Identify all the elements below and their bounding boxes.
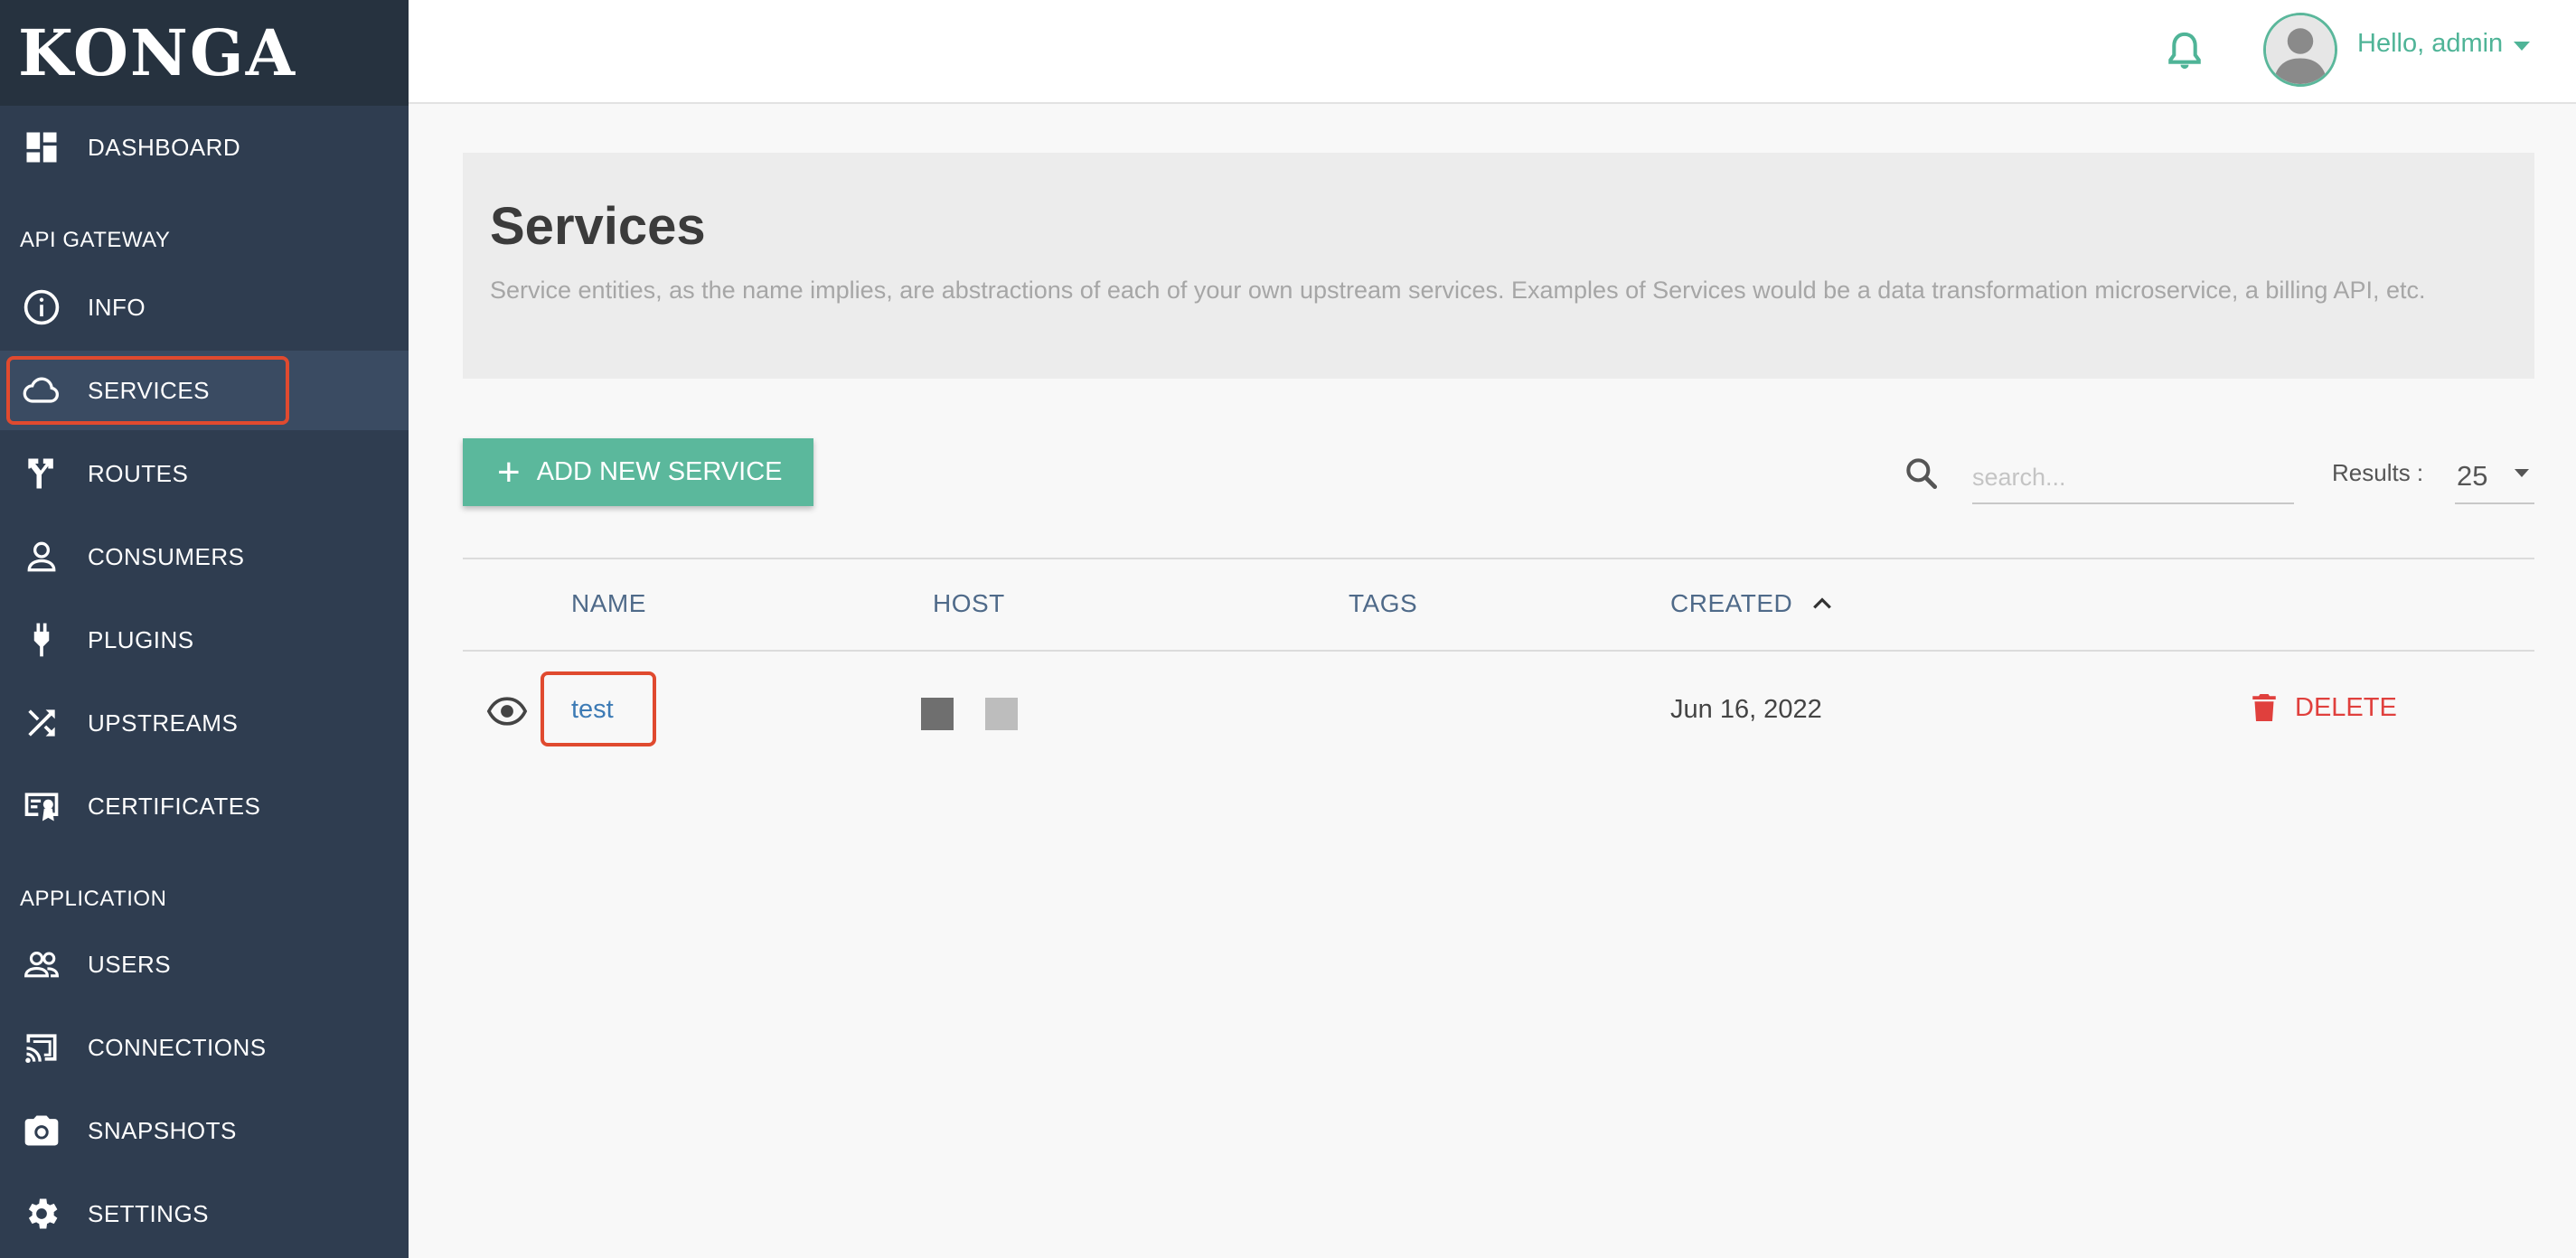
shuffle-icon <box>20 701 63 745</box>
column-header-tags[interactable]: TAGS <box>1349 589 1417 618</box>
dashboard-icon <box>20 126 63 169</box>
table-row: test Jun 16, 2022 DELETE <box>463 652 2534 769</box>
add-new-service-button[interactable]: + ADD NEW SERVICE <box>463 438 813 506</box>
sidebar-item-label: PLUGINS <box>88 625 194 653</box>
cast-icon <box>20 1026 63 1069</box>
page-header: Services Service entities, as the name i… <box>463 153 2534 379</box>
plug-icon <box>20 618 63 662</box>
person-icon <box>20 535 63 578</box>
host-redacted-block <box>921 698 954 730</box>
service-name-highlight-outline <box>541 671 656 746</box>
created-date: Jun 16, 2022 <box>1670 695 1822 724</box>
avatar[interactable] <box>2263 13 2337 87</box>
trash-icon <box>2252 694 2276 721</box>
sidebar-item-upstreams[interactable]: UPSTREAMS <box>0 683 409 763</box>
bell-icon[interactable] <box>2160 27 2209 76</box>
sidebar-item-info[interactable]: INFO <box>0 268 409 347</box>
sidebar-item-label: INFO <box>88 293 146 321</box>
section-title-application: APPLICATION <box>20 887 167 911</box>
konga-logo[interactable]: KONGA <box>18 15 296 90</box>
sidebar-item-plugins[interactable]: PLUGINS <box>0 600 409 680</box>
logo-bar: KONGA <box>0 0 409 106</box>
column-header-name[interactable]: NAME <box>571 589 646 618</box>
sidebar-item-label: SETTINGS <box>88 1199 210 1227</box>
sidebar-item-routes[interactable]: ROUTES <box>0 434 409 513</box>
delete-button[interactable]: DELETE <box>2248 690 2397 726</box>
certificate-icon <box>20 784 63 828</box>
column-header-created-label: CREATED <box>1670 589 1793 617</box>
sidebar-item-label: SNAPSHOTS <box>88 1116 237 1144</box>
eye-icon[interactable] <box>486 693 528 729</box>
sidebar-item-dashboard[interactable]: DASHBOARD <box>0 108 409 187</box>
sidebar: KONGA DASHBOARD API GATEWAY INFO SERVICE… <box>0 0 409 1258</box>
column-header-host[interactable]: HOST <box>933 589 1005 618</box>
search-icon[interactable] <box>1902 454 1941 493</box>
users-icon <box>20 943 63 986</box>
add-new-service-label: ADD NEW SERVICE <box>536 457 783 486</box>
sidebar-item-certificates[interactable]: CERTIFICATES <box>0 766 409 846</box>
sort-ascending-icon <box>1813 597 1832 609</box>
results-label: Results : <box>2332 459 2424 486</box>
delete-label: DELETE <box>2295 692 2397 722</box>
gear-icon <box>20 1192 63 1235</box>
sidebar-item-label: CONSUMERS <box>88 542 245 570</box>
column-header-created[interactable]: CREATED <box>1670 589 1836 618</box>
sidebar-item-label: USERS <box>88 950 172 978</box>
sidebar-item-label: DASHBOARD <box>88 133 241 161</box>
section-title-api-gateway: API GATEWAY <box>20 228 171 252</box>
user-menu[interactable]: Hello, admin <box>2357 29 2531 59</box>
info-icon <box>20 286 63 329</box>
plus-icon: + <box>497 449 521 494</box>
sidebar-item-consumers[interactable]: CONSUMERS <box>0 517 409 596</box>
sidebar-item-label: CONNECTIONS <box>88 1033 267 1061</box>
routes-icon <box>20 452 63 495</box>
camera-icon <box>20 1109 63 1152</box>
sidebar-item-users[interactable]: USERS <box>0 925 409 1004</box>
services-highlight-outline <box>6 356 289 425</box>
chevron-down-icon <box>2514 41 2531 51</box>
results-per-page-select[interactable]: 25 <box>2455 450 2534 504</box>
sidebar-item-snapshots[interactable]: SNAPSHOTS <box>0 1091 409 1170</box>
sidebar-item-label: UPSTREAMS <box>88 709 239 737</box>
page-description: Service entities, as the name implies, a… <box>490 277 2426 304</box>
sidebar-item-label: ROUTES <box>88 459 189 487</box>
topbar: Hello, admin <box>409 0 2576 104</box>
table-divider <box>463 558 2534 559</box>
chevron-down-icon <box>2515 468 2529 477</box>
search-input[interactable] <box>1972 452 2294 504</box>
user-greeting: Hello, admin <box>2357 29 2504 58</box>
results-per-page-value: 25 <box>2457 460 2488 492</box>
user-avatar-icon <box>2266 15 2335 84</box>
sidebar-item-connections[interactable]: CONNECTIONS <box>0 1008 409 1087</box>
page-title: Services <box>490 197 706 256</box>
sidebar-item-label: CERTIFICATES <box>88 792 261 820</box>
host-redacted-block <box>985 698 1018 730</box>
sidebar-item-settings[interactable]: SETTINGS <box>0 1174 409 1253</box>
